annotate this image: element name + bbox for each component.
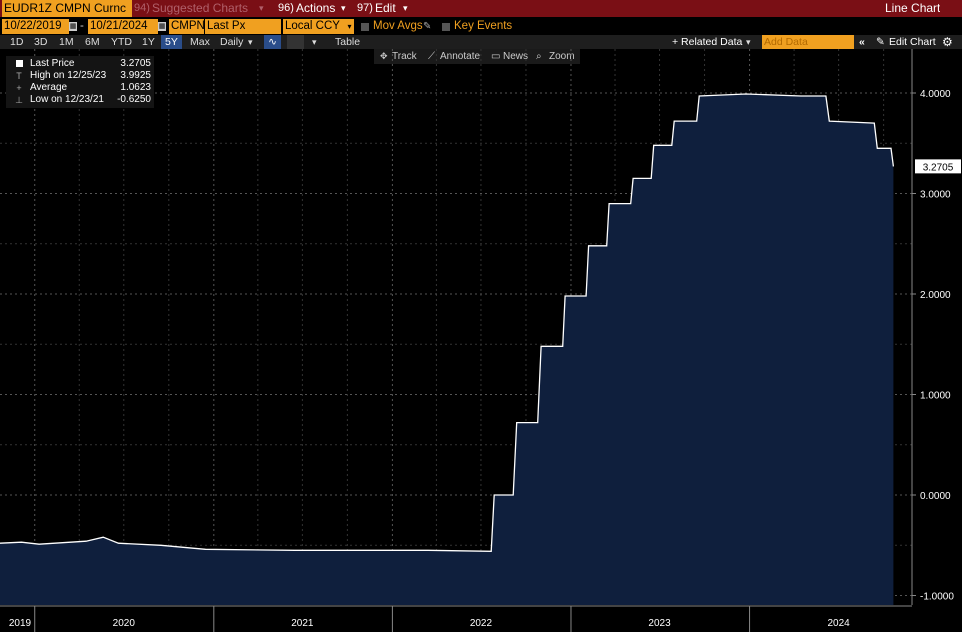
x-tick-label: 2022 bbox=[470, 618, 493, 629]
legend-last-label: Last Price bbox=[30, 58, 75, 69]
legend-high-value: 3.9925 bbox=[120, 70, 151, 81]
last-price-swatch bbox=[16, 60, 23, 67]
average-marker-icon: + bbox=[16, 83, 22, 93]
y-tick-label: 3.0000 bbox=[920, 190, 951, 201]
legend-high-label: High on 12/25/23 bbox=[30, 70, 107, 81]
x-tick-label: 2020 bbox=[113, 618, 136, 629]
legend-last-value: 3.2705 bbox=[120, 58, 151, 69]
legend-row-last: Last Price 3.2705 bbox=[6, 58, 154, 70]
legend-average-label: Average bbox=[30, 82, 68, 93]
legend-average-value: 1.0623 bbox=[120, 82, 151, 93]
y-tick-label: -1.0000 bbox=[920, 592, 954, 603]
x-tick-label: 2021 bbox=[291, 618, 314, 629]
y-tick-label: 4.0000 bbox=[920, 89, 951, 100]
legend-row-average: + Average 1.0623 bbox=[6, 82, 154, 94]
legend-row-low: ⊥ Low on 12/23/21 -0.6250 bbox=[6, 94, 154, 106]
legend-box: Last Price 3.2705 T High on 12/25/23 3.9… bbox=[6, 56, 154, 108]
y-tick-label: 0.0000 bbox=[920, 491, 951, 502]
low-marker-icon: ⊥ bbox=[15, 95, 23, 105]
legend-low-label: Low on 12/23/21 bbox=[30, 94, 104, 105]
high-marker-icon: T bbox=[16, 71, 22, 81]
legend-low-value: -0.6250 bbox=[117, 94, 151, 105]
last-value-label: 3.2705 bbox=[923, 162, 954, 173]
x-tick-label: 2023 bbox=[648, 618, 671, 629]
x-tick-label: 2019 bbox=[9, 618, 32, 629]
x-tick-label: 2024 bbox=[827, 618, 850, 629]
price-area bbox=[0, 94, 894, 605]
y-tick-label: 1.0000 bbox=[920, 391, 951, 402]
legend-row-high: T High on 12/25/23 3.9925 bbox=[6, 70, 154, 82]
y-tick-label: 2.0000 bbox=[920, 290, 951, 301]
